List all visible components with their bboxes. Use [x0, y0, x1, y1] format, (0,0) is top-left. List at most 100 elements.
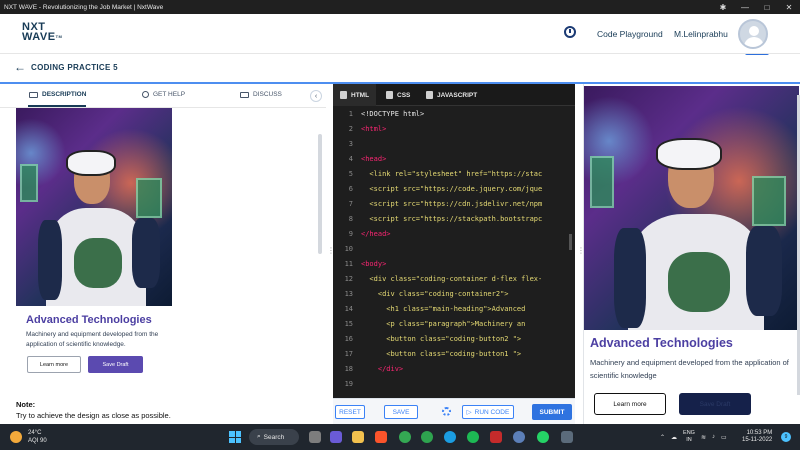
code-line[interactable]: 5 <link rel="stylesheet" href="https://s…	[333, 167, 575, 182]
tab-javascript[interactable]: JAVASCRIPT	[419, 84, 484, 106]
line-number: 17	[344, 350, 353, 358]
code-line[interactable]: 2 <html>	[333, 122, 575, 137]
edge-icon[interactable]	[444, 431, 456, 443]
code-line[interactable]: 7 <script src="https://cdn.jsdelivr.net/…	[333, 197, 575, 212]
taskbar-search-label: Search	[263, 433, 285, 441]
taskbar-search[interactable]: ⌕ Search	[249, 429, 299, 445]
line-number: 16	[344, 335, 353, 343]
windows-start-icon[interactable]	[229, 431, 241, 443]
brave-browser-icon[interactable]	[375, 431, 387, 443]
output-save-draft-button[interactable]: Save Draft	[679, 393, 751, 415]
code-line[interactable]: 18 </div>	[333, 362, 575, 377]
tab-get-help-label: GET HELP	[153, 91, 186, 98]
weather-widget[interactable]: 24°C AQI 90	[10, 429, 47, 445]
code-line[interactable]: 17 <button class="coding-button1 ">	[333, 347, 575, 362]
code-line[interactable]: 19	[333, 377, 575, 392]
collapse-pane-button[interactable]: ‹	[310, 90, 322, 102]
code-text: <!DOCTYPE html>	[361, 110, 425, 118]
code-line[interactable]: 3	[333, 137, 575, 152]
whatsapp-icon[interactable]	[537, 431, 549, 443]
browser-app-icon[interactable]	[561, 431, 573, 443]
code-line[interactable]: 14 <h1 class="main-heading">Advanced	[333, 302, 575, 317]
tab-html[interactable]: HTML	[333, 84, 377, 106]
wifi-icon[interactable]: ≋	[701, 434, 706, 441]
output-card-paragraph: Machinery and equipment developed from t…	[590, 358, 789, 380]
tab-css-label: CSS	[397, 91, 411, 99]
vr-user-image	[16, 108, 172, 306]
card-paragraph: Machinery and equipment developed from t…	[26, 331, 159, 348]
chevron-up-icon[interactable]: ⌃	[660, 434, 665, 441]
code-line[interactable]: 15 <p class="paragraph">Machinery an	[333, 317, 575, 332]
code-text: </head>	[361, 230, 391, 238]
code-line[interactable]: 10	[333, 242, 575, 257]
description-scrollbar[interactable]	[318, 134, 322, 254]
avatar[interactable]	[738, 19, 768, 49]
card-heading: Advanced Technologies	[26, 314, 152, 326]
line-number: 5	[348, 170, 353, 178]
tab-discuss[interactable]: DISCUSS	[240, 91, 282, 98]
save-button[interactable]: SAVE	[384, 405, 418, 419]
code-text: <body>	[361, 260, 387, 268]
description-pane: DESCRIPTION GET HELP DISCUSS ‹ Advanced …	[0, 84, 326, 424]
code-text: <script src="https://stackpath.bootstrap…	[361, 215, 543, 223]
code-line[interactable]: 11 <body>	[333, 257, 575, 272]
spotify-icon[interactable]	[467, 431, 479, 443]
nxtwave-logo[interactable]: NXT WAVETM	[22, 22, 62, 43]
line-number: 1	[348, 110, 353, 118]
tab-get-help[interactable]: GET HELP	[142, 91, 185, 98]
code-area[interactable]: 1 <!DOCTYPE html> 2 <html> 3 4 <head> 5 <link r…	[333, 106, 575, 398]
teams-chat-icon[interactable]	[330, 431, 342, 443]
output-preview-card: Advanced Technologies Machinery and equi…	[16, 108, 172, 386]
mcafee-icon[interactable]	[490, 431, 502, 443]
vpn-icon[interactable]	[513, 431, 525, 443]
code-line[interactable]: 16 <button class="coding-button2 ">	[333, 332, 575, 347]
chrome-icon[interactable]	[399, 431, 411, 443]
code-playground-link[interactable]: Code Playground	[597, 29, 663, 39]
code-text: <link rel="stylesheet" href="https://sta…	[361, 170, 543, 178]
maximize-icon[interactable]: □	[756, 0, 778, 14]
taskbar-clock[interactable]: 10:53 PM 15-11-2022	[742, 430, 772, 444]
code-line[interactable]: 8 <script src="https://stackpath.bootstr…	[333, 212, 575, 227]
utorrent-icon[interactable]	[421, 431, 433, 443]
temperature: 24°C	[28, 430, 42, 436]
output-learn-more-button[interactable]: Learn more	[594, 393, 666, 415]
minimize-icon[interactable]: —	[734, 0, 756, 14]
code-line[interactable]: 12 <div class="coding-container d-flex f…	[333, 272, 575, 287]
notification-badge[interactable]: 9	[781, 432, 791, 442]
extensions-icon[interactable]: ✱	[712, 0, 734, 14]
code-line[interactable]: 4 <head>	[333, 152, 575, 167]
timer-icon[interactable]	[564, 26, 576, 38]
region-code: IN	[686, 437, 692, 443]
language-indicator[interactable]: ENG IN	[683, 430, 695, 444]
window-title: NXT WAVE - Revolutionizing the Job Marke…	[4, 3, 164, 11]
code-line[interactable]: 1 <!DOCTYPE html>	[333, 107, 575, 122]
battery-icon[interactable]: ▭	[721, 434, 727, 441]
code-line[interactable]: 6 <script src="https://code.jquery.com/j…	[333, 182, 575, 197]
editor-scrollbar[interactable]	[569, 234, 572, 250]
onedrive-icon[interactable]: ☁	[671, 434, 677, 441]
tab-css[interactable]: CSS	[379, 84, 417, 106]
file-explorer-icon[interactable]	[352, 431, 364, 443]
code-text: <div class="coding-container d-flex flex…	[361, 275, 543, 283]
task-view-icon[interactable]	[309, 431, 321, 443]
run-code-button[interactable]: ▷ RUN CODE	[462, 405, 514, 419]
code-line[interactable]: 9 </head>	[333, 227, 575, 242]
run-code-label: RUN CODE	[474, 408, 510, 416]
gear-icon[interactable]	[442, 407, 451, 416]
learn-more-button[interactable]: Learn more	[27, 356, 81, 373]
line-number: 3	[348, 140, 353, 148]
volume-icon[interactable]: ♪	[712, 434, 715, 440]
active-tab-indicator	[28, 105, 86, 107]
air-quality: AQI 90	[28, 438, 47, 444]
user-name[interactable]: M.Lelinprabhu	[674, 29, 728, 39]
back-arrow-icon[interactable]: ←	[14, 60, 26, 74]
code-line[interactable]: 13 <div class="coding-container2">	[333, 287, 575, 302]
code-editor: HTML CSS JAVASCRIPT 1 <!DOCTYPE html> 2 <ht…	[333, 84, 575, 398]
js-file-icon	[426, 91, 433, 99]
submit-button[interactable]: SUBMIT	[532, 404, 572, 420]
tab-description[interactable]: DESCRIPTION	[29, 91, 86, 98]
save-draft-button[interactable]: Save Draft	[88, 356, 143, 373]
reset-button[interactable]: RESET	[335, 405, 365, 419]
close-icon[interactable]: ✕	[778, 0, 800, 14]
tab-javascript-label: JAVASCRIPT	[437, 91, 478, 99]
